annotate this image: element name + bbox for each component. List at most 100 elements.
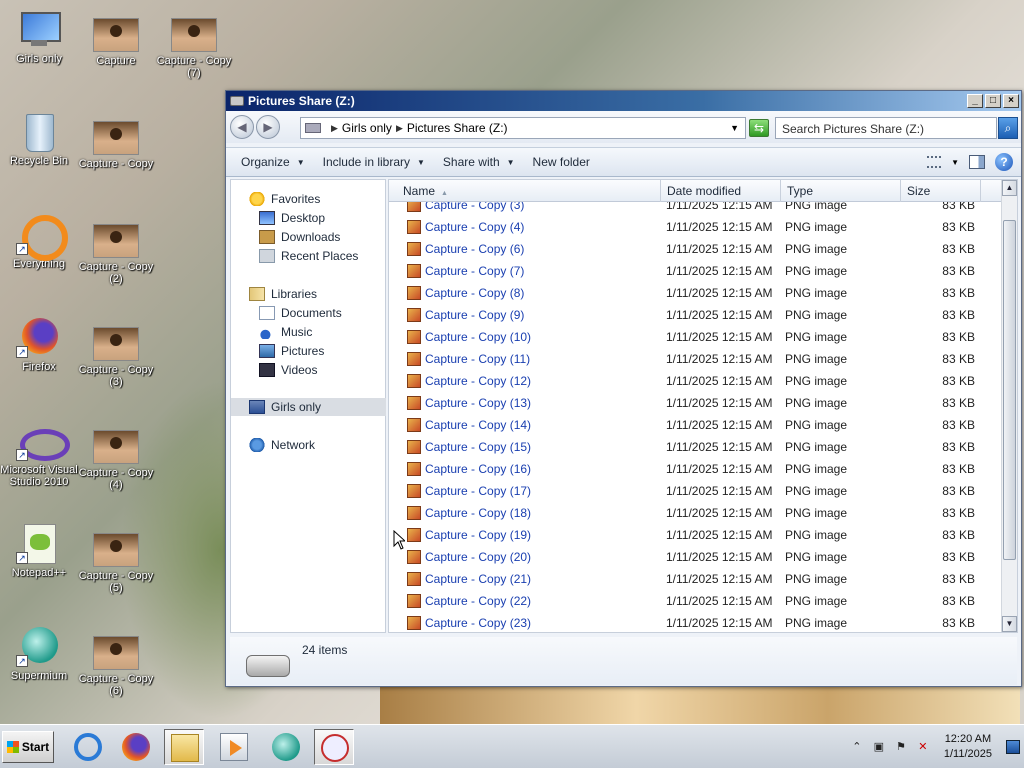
chevron-down-icon[interactable]: ▼ bbox=[951, 158, 959, 167]
preview-pane-icon[interactable] bbox=[969, 155, 985, 169]
desktop-icon-capture-copy-5[interactable]: Capture - Copy (5) bbox=[77, 529, 155, 594]
table-row[interactable]: Capture - Copy (12) 1/11/2025 12:15 AM PNG… bbox=[389, 370, 1003, 392]
clock-date: 1/11/2025 bbox=[943, 748, 992, 760]
file-name: Capture - Copy (8) bbox=[425, 286, 525, 300]
breadcrumb-pictures-share[interactable]: Pictures Share (Z:) bbox=[407, 121, 508, 135]
action-center-flag-icon[interactable]: ⚑ bbox=[894, 740, 908, 754]
desktop-icon-label: Capture - Copy (2) bbox=[78, 261, 154, 285]
back-button[interactable]: ◀ bbox=[230, 115, 254, 139]
desktop-icon-capture-copy-3[interactable]: Capture - Copy (3) bbox=[77, 323, 155, 388]
nav-documents[interactable]: Documents bbox=[231, 304, 386, 322]
nav-libraries[interactable]: Libraries bbox=[231, 285, 386, 303]
refresh-button[interactable]: ⇆ bbox=[749, 119, 769, 137]
scrollbar-thumb[interactable] bbox=[1003, 220, 1016, 560]
show-hidden-icons-icon[interactable]: ⌃ bbox=[850, 740, 864, 754]
table-row[interactable]: Capture - Copy (6) 1/11/2025 12:15 AM PNG … bbox=[389, 238, 1003, 260]
desktop-icon-capture-copy-6[interactable]: Capture - Copy (6) bbox=[77, 632, 155, 697]
table-row[interactable]: Capture - Copy (14) 1/11/2025 12:15 AM PNG… bbox=[389, 414, 1003, 436]
nav-recent-places[interactable]: Recent Places bbox=[231, 247, 386, 265]
table-row[interactable]: Capture - Copy (19) 1/11/2025 12:15 AM PNG… bbox=[389, 524, 1003, 546]
share-with-button[interactable]: Share with ▼ bbox=[434, 155, 524, 169]
breadcrumb-arrow-icon[interactable]: ▶ bbox=[331, 123, 338, 134]
column-header-name[interactable]: Name ▲ bbox=[397, 180, 661, 202]
search-icon[interactable]: ⌕ bbox=[998, 117, 1018, 139]
breadcrumb-girls-only[interactable]: Girls only bbox=[342, 121, 392, 135]
desktop-icon-capture-copy[interactable]: Capture - Copy bbox=[77, 117, 155, 170]
show-desktop-button[interactable] bbox=[1006, 740, 1020, 754]
table-row[interactable]: Capture - Copy (10) 1/11/2025 12:15 AM PNG… bbox=[389, 326, 1003, 348]
table-row[interactable]: Capture - Copy (17) 1/11/2025 12:15 AM PNG… bbox=[389, 480, 1003, 502]
taskbar-app-media-player[interactable] bbox=[214, 729, 254, 765]
table-row[interactable]: Capture - Copy (4) 1/11/2025 12:15 AM PNG … bbox=[389, 216, 1003, 238]
desktop-icon-capture[interactable]: Capture bbox=[77, 14, 155, 67]
column-header-date[interactable]: Date modified bbox=[661, 180, 781, 202]
table-row[interactable]: Capture - Copy (7) 1/11/2025 12:15 AM PNG … bbox=[389, 260, 1003, 282]
table-row[interactable]: Capture - Copy (16) 1/11/2025 12:15 AM PNG… bbox=[389, 458, 1003, 480]
address-bar[interactable]: ▶ Girls only ▶ Pictures Share (Z:) ▼ bbox=[300, 117, 746, 139]
file-type: PNG image bbox=[785, 550, 848, 564]
vertical-scrollbar[interactable]: ▲ ▼ bbox=[1001, 180, 1017, 632]
network-tray-icon[interactable]: ▣ bbox=[872, 740, 886, 754]
nav-desktop[interactable]: Desktop bbox=[231, 209, 386, 227]
sort-ascending-icon: ▲ bbox=[441, 190, 448, 197]
volume-muted-icon[interactable]: ✕ bbox=[916, 740, 930, 754]
organize-button[interactable]: Organize ▼ bbox=[232, 155, 314, 169]
table-row[interactable]: Capture - Copy (18) 1/11/2025 12:15 AM PNG… bbox=[389, 502, 1003, 524]
title-bar[interactable]: Pictures Share (Z:) _ □ × bbox=[226, 91, 1021, 111]
table-row[interactable]: Capture - Copy (23) 1/11/2025 12:15 AM PNG… bbox=[389, 612, 1003, 632]
taskbar-app-firefox[interactable] bbox=[116, 729, 156, 765]
table-row[interactable]: Capture - Copy (20) 1/11/2025 12:15 AM PNG… bbox=[389, 546, 1003, 568]
file-type: PNG image bbox=[785, 440, 848, 454]
chevron-down-icon[interactable]: ▼ bbox=[730, 123, 739, 133]
table-row[interactable]: Capture - Copy (9) 1/11/2025 12:15 AM PNG … bbox=[389, 304, 1003, 326]
table-row[interactable]: Capture - Copy (13) 1/11/2025 12:15 AM PNG… bbox=[389, 392, 1003, 414]
desktop-icon-capture-copy-4[interactable]: Capture - Copy (4) bbox=[77, 426, 155, 491]
mouse-cursor-icon bbox=[393, 530, 405, 550]
nav-pictures[interactable]: Pictures bbox=[231, 342, 386, 360]
nav-music[interactable]: Music bbox=[231, 323, 386, 341]
taskbar-app-windows-explorer[interactable] bbox=[164, 729, 204, 765]
nav-girls-only[interactable]: Girls only bbox=[231, 398, 386, 416]
taskbar-app-snipping-tool[interactable] bbox=[314, 729, 354, 765]
clock[interactable]: 12:20 AM 1/11/2025 bbox=[938, 732, 998, 762]
desktop-icon-firefox[interactable]: ↗ Firefox bbox=[0, 318, 78, 373]
desktop-icon-girls-only[interactable]: Girls only bbox=[0, 10, 78, 65]
explorer-window: Pictures Share (Z:) _ □ × ◀ ▶ ▶ Girls on… bbox=[225, 90, 1022, 687]
new-folder-button[interactable]: New folder bbox=[524, 155, 599, 169]
column-header-type[interactable]: Type bbox=[781, 180, 901, 202]
table-row[interactable]: Capture - Copy (21) 1/11/2025 12:15 AM PNG… bbox=[389, 568, 1003, 590]
nav-downloads[interactable]: Downloads bbox=[231, 228, 386, 246]
file-name: Capture - Copy (16) bbox=[425, 462, 532, 476]
supermium-icon: ↗ bbox=[16, 627, 62, 667]
table-row[interactable]: Capture - Copy (15) 1/11/2025 12:15 AM PNG… bbox=[389, 436, 1003, 458]
minimize-button[interactable]: _ bbox=[967, 94, 983, 108]
desktop-icon-visual-studio[interactable]: ↗ Microsoft Visual Studio 2010 bbox=[0, 421, 78, 488]
include-in-library-button[interactable]: Include in library ▼ bbox=[314, 155, 434, 169]
desktop-icon-supermium[interactable]: ↗ Supermium bbox=[0, 627, 78, 682]
close-button[interactable]: × bbox=[1003, 94, 1019, 108]
maximize-button[interactable]: □ bbox=[985, 94, 1001, 108]
column-header-size[interactable]: Size bbox=[901, 180, 981, 202]
desktop-icon-recycle-bin[interactable]: Recycle Bin bbox=[0, 112, 78, 167]
desktop-icon-notepadpp[interactable]: ↗ Notepad++ bbox=[0, 524, 78, 579]
scroll-down-arrow-icon[interactable]: ▼ bbox=[1002, 616, 1017, 632]
taskbar-app-supermium[interactable] bbox=[266, 729, 306, 765]
taskbar-app-internet-explorer[interactable] bbox=[68, 729, 108, 765]
table-row[interactable]: Capture - Copy (22) 1/11/2025 12:15 AM PNG… bbox=[389, 590, 1003, 612]
search-input[interactable]: Search Pictures Share (Z:) bbox=[775, 117, 997, 139]
start-button[interactable]: Start bbox=[2, 731, 54, 763]
file-size: 83 KB bbox=[942, 484, 975, 498]
scroll-up-arrow-icon[interactable]: ▲ bbox=[1002, 180, 1017, 196]
table-row[interactable]: Capture - Copy (11) 1/11/2025 12:15 AM PNG… bbox=[389, 348, 1003, 370]
change-view-icon[interactable] bbox=[927, 156, 942, 168]
desktop-icon-capture-copy-2[interactable]: Capture - Copy (2) bbox=[77, 220, 155, 285]
desktop-icon-everything[interactable]: ↗ Everything bbox=[0, 215, 78, 270]
nav-videos[interactable]: Videos bbox=[231, 361, 386, 379]
desktop-icon-capture-copy-7[interactable]: Capture - Copy (7) bbox=[155, 14, 233, 79]
nav-favorites[interactable]: Favorites bbox=[231, 190, 386, 208]
forward-button[interactable]: ▶ bbox=[256, 115, 280, 139]
help-icon[interactable]: ? bbox=[995, 153, 1013, 171]
table-row[interactable]: Capture - Copy (8) 1/11/2025 12:15 AM PNG … bbox=[389, 282, 1003, 304]
nav-network[interactable]: Network bbox=[231, 436, 386, 454]
breadcrumb-arrow-icon[interactable]: ▶ bbox=[396, 123, 403, 134]
